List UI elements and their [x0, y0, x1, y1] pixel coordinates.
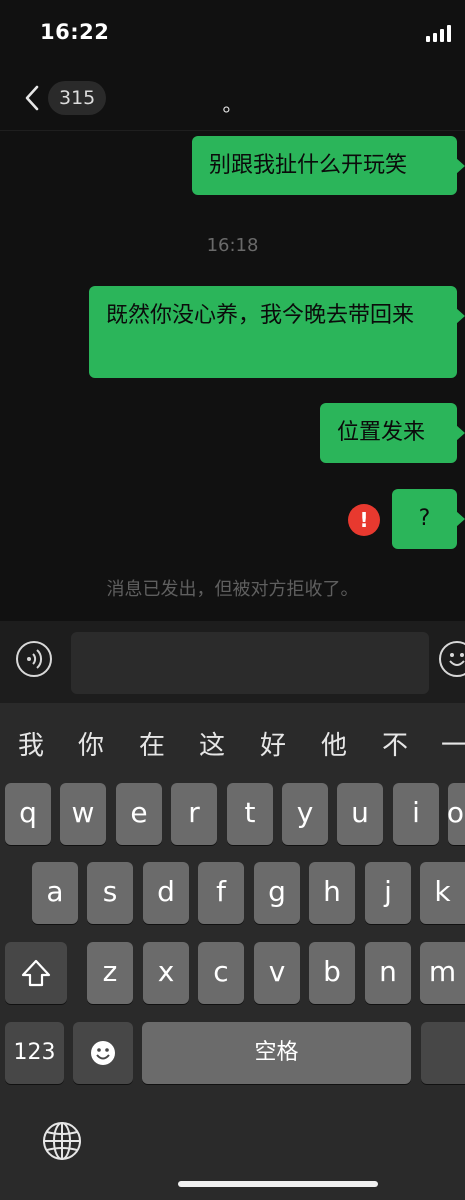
message-bubble[interactable]: ?	[392, 489, 465, 549]
key[interactable]: e	[116, 783, 162, 845]
bubble-tail	[456, 158, 465, 174]
key[interactable]: o	[448, 783, 465, 845]
message-text: 既然你没心养，我今晚去带回来	[106, 303, 415, 328]
key[interactable]: b	[309, 942, 355, 1004]
bubble-tail	[456, 511, 465, 527]
key[interactable]: n	[365, 942, 411, 1004]
key[interactable]: f	[198, 862, 244, 924]
candidate-word[interactable]: 我	[18, 725, 44, 762]
bubble-tail	[456, 425, 465, 441]
key[interactable]: c	[198, 942, 244, 1004]
key[interactable]: j	[365, 862, 411, 924]
key[interactable]: v	[254, 942, 300, 1004]
bubble-tail	[456, 308, 465, 324]
message-bubble[interactable]: 既然你没心养，我今晚去带回来	[89, 286, 465, 378]
key[interactable]: m	[420, 942, 465, 1004]
candidate-word[interactable]: 不	[382, 725, 408, 762]
status-time: 16:22	[40, 20, 110, 44]
key[interactable]: u	[337, 783, 383, 845]
candidate-word[interactable]: 一	[441, 725, 465, 762]
candidate-word[interactable]: 你	[78, 725, 104, 762]
status-bar: 16:22	[0, 0, 465, 66]
candidate-bar: 我 你 在 这 好 他 不 一	[0, 703, 465, 777]
input-bar	[0, 621, 465, 703]
candidate-word[interactable]: 他	[321, 725, 347, 762]
candidate-word[interactable]: 这	[199, 725, 225, 762]
message-input[interactable]	[71, 632, 429, 694]
message-timestamp: 16:18	[206, 235, 259, 256]
signal-icon	[426, 24, 451, 42]
candidate-word[interactable]: 在	[139, 725, 165, 762]
keyboard: 我 你 在 这 好 他 不 一 q w e r t y u i o a s d …	[0, 703, 465, 1200]
send-failed-icon[interactable]: !	[348, 504, 380, 536]
shift-key[interactable]	[5, 942, 67, 1004]
key[interactable]: i	[393, 783, 439, 845]
voice-icon[interactable]	[16, 641, 52, 677]
emoji-icon[interactable]	[439, 641, 465, 677]
key[interactable]: y	[282, 783, 328, 845]
message-list: 别跟我扯什么开玩笑 16:18 既然你没心养，我今晚去带回来 位置发来 ! ? …	[0, 131, 465, 621]
message-text: 位置发来	[337, 420, 426, 445]
return-key[interactable]	[421, 1022, 465, 1084]
key[interactable]: k	[420, 862, 465, 924]
key[interactable]: x	[143, 942, 189, 1004]
emoji-icon	[91, 1041, 115, 1065]
space-key[interactable]: 空格	[142, 1022, 411, 1084]
key[interactable]: w	[60, 783, 106, 845]
key[interactable]: a	[32, 862, 78, 924]
chat-header: 315 。	[0, 66, 465, 131]
message-text: 别跟我扯什么开玩笑	[209, 153, 408, 178]
numbers-key[interactable]: 123	[5, 1022, 64, 1084]
home-indicator[interactable]	[178, 1181, 378, 1187]
emoji-key[interactable]	[73, 1022, 133, 1084]
key[interactable]: g	[254, 862, 300, 924]
message-bubble[interactable]: 别跟我扯什么开玩笑	[192, 136, 465, 195]
globe-icon[interactable]	[41, 1120, 83, 1162]
key[interactable]: t	[227, 783, 273, 845]
key[interactable]: z	[87, 942, 133, 1004]
shift-icon	[21, 959, 51, 987]
key[interactable]: h	[309, 862, 355, 924]
rejected-notice: 消息已发出，但被对方拒收了。	[106, 579, 359, 600]
candidate-word[interactable]: 好	[260, 725, 286, 762]
message-text: ?	[418, 506, 431, 531]
chat-title: 。	[222, 92, 243, 116]
key[interactable]: d	[143, 862, 189, 924]
key[interactable]: r	[171, 783, 217, 845]
key[interactable]: s	[87, 862, 133, 924]
key[interactable]: q	[5, 783, 51, 845]
message-bubble[interactable]: 位置发来	[320, 403, 465, 463]
